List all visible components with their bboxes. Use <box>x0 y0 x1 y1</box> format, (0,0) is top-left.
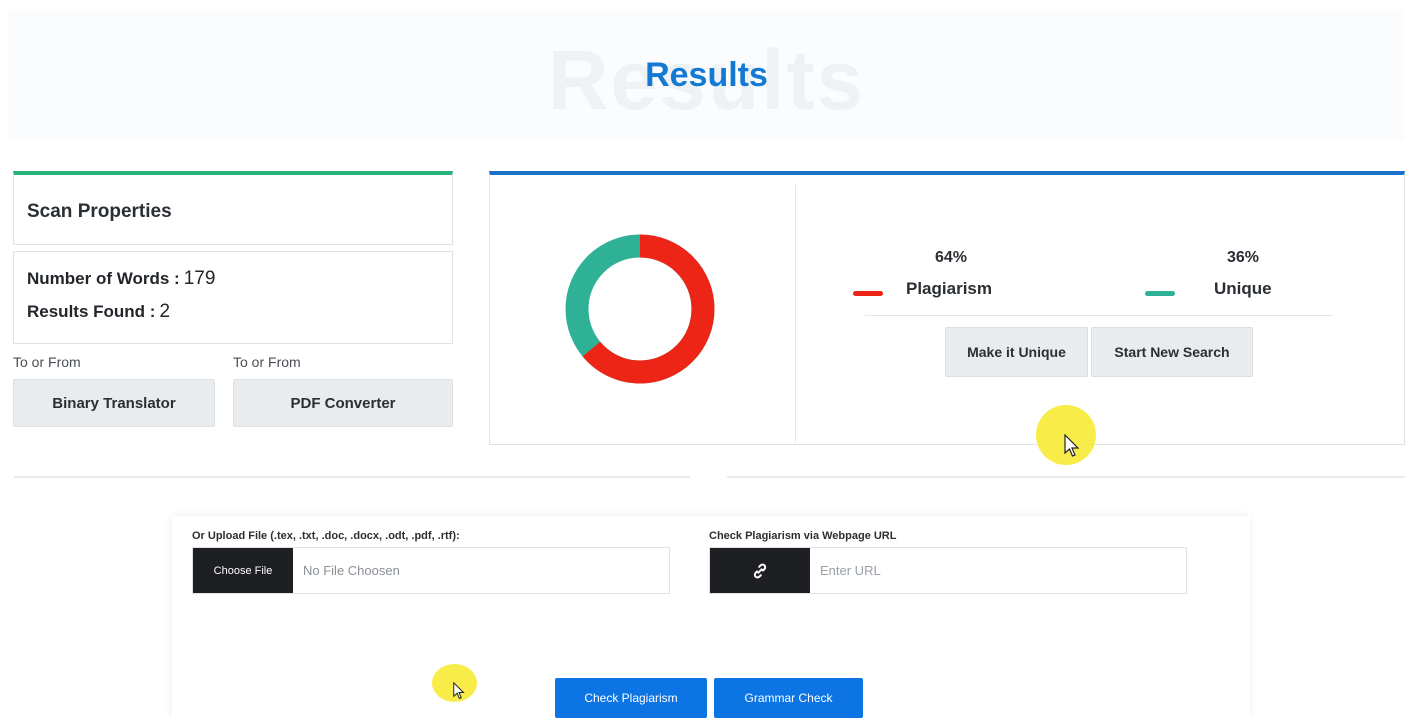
scan-stats-card: Number of Words :179 Results Found :2 <box>13 251 453 344</box>
file-upload-group: Choose File No File Choosen <box>192 547 670 594</box>
plagiarism-percent: 64% <box>935 249 968 266</box>
grammar-check-button[interactable]: Grammar Check <box>714 678 863 718</box>
choose-file-button[interactable]: Choose File <box>193 548 293 593</box>
chain-link-icon <box>753 563 767 578</box>
make-it-unique-button[interactable]: Make it Unique <box>945 327 1088 377</box>
upload-file-label: Or Upload File (.tex, .txt, .doc, .docx,… <box>192 530 460 542</box>
plagiarism-legend-swatch <box>853 291 883 296</box>
mouse-pointer-icon-secondary <box>453 682 465 700</box>
result-card: 64% Plagiarism 36% Unique Make it Unique… <box>489 171 1405 445</box>
results-header: Results Results <box>8 10 1405 140</box>
plagiarism-legend-label: Plagiarism <box>906 279 992 298</box>
start-new-search-button[interactable]: Start New Search <box>1091 327 1253 377</box>
legend-separator <box>865 315 1333 316</box>
section-separator-right <box>727 476 1405 478</box>
check-form-panel: Or Upload File (.tex, .txt, .doc, .docx,… <box>172 516 1250 718</box>
pdf-converter-button[interactable]: PDF Converter <box>233 379 453 427</box>
scan-properties-heading: Scan Properties <box>27 201 172 222</box>
page-title: Results <box>645 56 768 94</box>
scan-properties-card: Scan Properties <box>13 171 453 245</box>
card-divider <box>795 185 796 443</box>
results-count-label: Results Found : <box>27 302 156 321</box>
url-input[interactable] <box>810 548 1186 593</box>
unique-percent: 36% <box>1227 249 1260 266</box>
unique-legend-swatch <box>1145 291 1175 296</box>
plagiarism-donut-chart <box>565 234 715 384</box>
results-count-value: 2 <box>159 301 171 322</box>
binary-translator-button[interactable]: Binary Translator <box>13 379 215 427</box>
url-input-group <box>709 547 1187 594</box>
results-count: Results Found :2 <box>27 301 170 323</box>
link-icon[interactable] <box>710 548 810 593</box>
unique-legend-label: Unique <box>1214 279 1272 298</box>
section-separator-left <box>14 476 690 478</box>
tool-caption-pdf: To or From <box>233 354 301 370</box>
webpage-url-label: Check Plagiarism via Webpage URL <box>709 530 897 542</box>
word-count: Number of Words :179 <box>27 268 215 290</box>
word-count-value: 179 <box>183 268 216 289</box>
mouse-pointer-icon <box>1064 434 1080 457</box>
file-status-text: No File Choosen <box>303 563 400 578</box>
word-count-label: Number of Words : <box>27 269 180 288</box>
tool-caption-binary: To or From <box>13 354 81 370</box>
check-plagiarism-button[interactable]: Check Plagiarism <box>555 678 707 718</box>
page: Results Results Scan Properties Number o… <box>0 0 1413 718</box>
